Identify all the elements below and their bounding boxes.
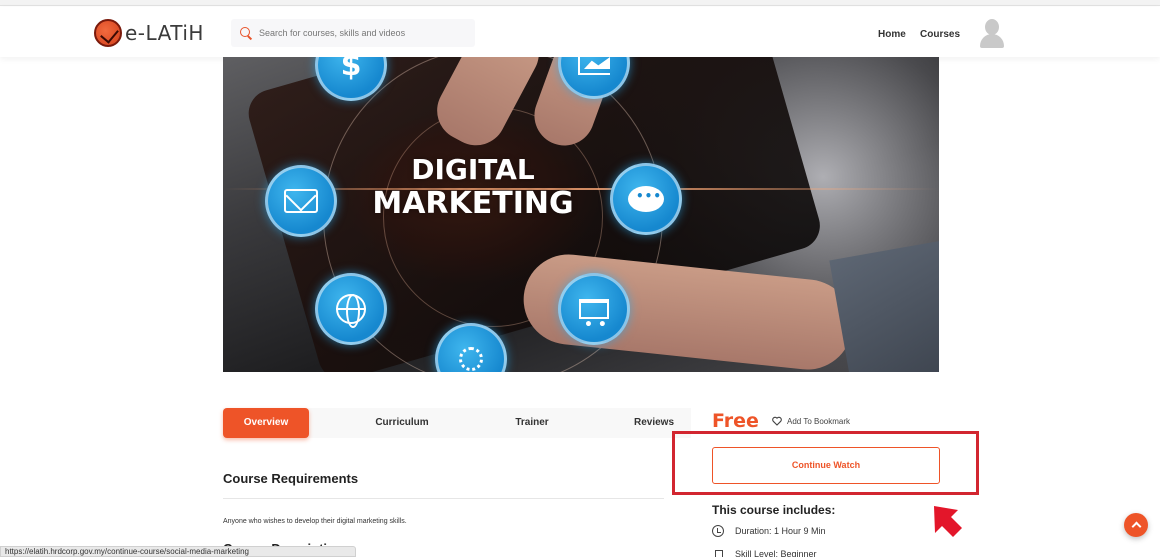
user-avatar[interactable]	[978, 19, 1006, 49]
cart-icon	[558, 273, 630, 345]
search-box	[231, 19, 475, 47]
search-icon	[239, 26, 253, 40]
requirements-title: Course Requirements	[223, 471, 359, 486]
skill-level-icon	[712, 548, 724, 557]
course-price: Free	[712, 410, 759, 432]
course-tabs: Overview Curriculum Trainer Reviews	[223, 408, 691, 438]
duration-row: Duration: 1 Hour 9 Min	[712, 525, 826, 537]
scroll-to-top-button[interactable]	[1124, 513, 1148, 537]
tab-overview[interactable]: Overview	[223, 408, 309, 438]
duration-text: Duration: 1 Hour 9 Min	[735, 526, 826, 536]
hero-title-line1: DIGITAL	[411, 153, 535, 186]
skill-level-text: Skill Level: Beginner	[735, 549, 817, 557]
includes-title: This course includes:	[712, 503, 836, 517]
hero-sleeve	[829, 236, 939, 372]
red-arrow-annotation-icon	[926, 500, 966, 540]
add-bookmark-link[interactable]: Add To Bookmark	[772, 416, 850, 426]
continue-watch-button[interactable]: Continue Watch	[712, 447, 940, 484]
heart-icon	[772, 416, 782, 426]
avatar-head	[985, 19, 999, 35]
logo-mark-icon	[94, 19, 122, 47]
tab-trainer[interactable]: Trainer	[493, 408, 571, 438]
skill-level-row: Skill Level: Beginner	[712, 548, 817, 557]
site-header: e-LATiH Home Courses	[0, 7, 1160, 57]
nav-courses-link[interactable]: Courses	[920, 29, 960, 40]
logo[interactable]: e-LATiH	[94, 19, 204, 47]
browser-top-strip	[0, 0, 1160, 6]
nav-home-link[interactable]: Home	[878, 29, 906, 40]
browser-status-url: https://elatih.hrdcorp.gov.my/continue-c…	[0, 546, 356, 557]
logo-text: e-LATiH	[125, 21, 204, 45]
chat-icon	[610, 163, 682, 235]
bookmark-label: Add To Bookmark	[787, 416, 850, 426]
requirements-text: Anyone who wishes to develop their digit…	[223, 518, 407, 525]
hero-title: DIGITAL MARKETING	[363, 153, 583, 221]
mail-icon	[265, 165, 337, 237]
search-input[interactable]	[259, 28, 469, 38]
clock-icon	[712, 525, 724, 537]
section-divider	[223, 498, 664, 499]
globe-icon	[315, 273, 387, 345]
avatar-body	[980, 34, 1004, 48]
hero-title-line2: MARKETING	[372, 186, 574, 221]
tab-curriculum[interactable]: Curriculum	[359, 408, 445, 438]
course-hero-image: DIGITAL MARKETING $	[223, 57, 939, 372]
